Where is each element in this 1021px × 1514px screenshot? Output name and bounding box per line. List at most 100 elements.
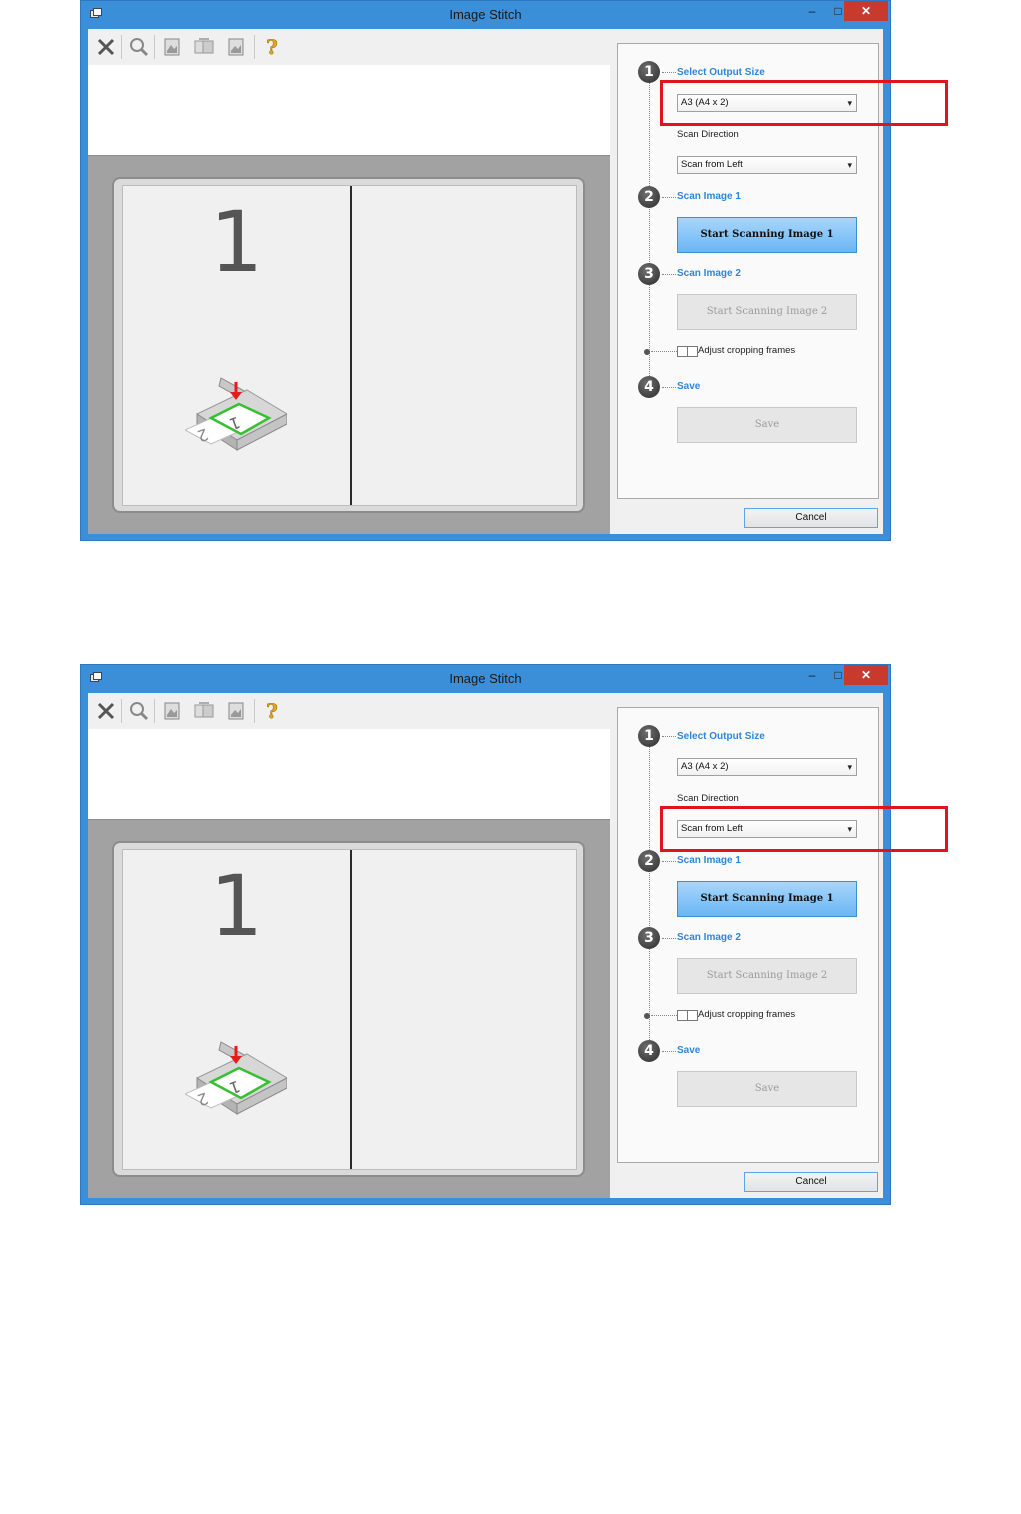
slot-divider bbox=[350, 186, 352, 505]
step-3-dots bbox=[662, 274, 676, 275]
toolbar-separator bbox=[121, 35, 122, 59]
cancel-button[interactable]: Cancel bbox=[744, 508, 878, 528]
scan-image-1-label: Scan Image 1 bbox=[677, 855, 741, 866]
preview-background: 1 1 2 bbox=[88, 819, 610, 1198]
image2-icon[interactable] bbox=[222, 697, 250, 725]
slot-divider bbox=[350, 850, 352, 1169]
step-1-badge: 1 bbox=[638, 61, 660, 83]
svg-text:?: ? bbox=[266, 36, 278, 58]
scan-direction-label: Scan Direction bbox=[677, 129, 739, 140]
swap-icon[interactable] bbox=[190, 33, 218, 61]
zoom-icon[interactable] bbox=[125, 697, 153, 725]
close-window-button[interactable]: ✕ bbox=[844, 1, 888, 21]
chevron-down-icon: ▾ bbox=[847, 160, 852, 170]
chevron-down-icon: ▾ bbox=[847, 762, 852, 772]
step-1-dots bbox=[662, 72, 676, 73]
title-bar: Image Stitch – □ ✕ bbox=[81, 665, 890, 693]
start-scanning-image-2-button[interactable]: Start Scanning Image 2 bbox=[677, 958, 857, 994]
start-scanning-image-1-button[interactable]: Start Scanning Image 1 bbox=[677, 217, 857, 253]
image2-icon[interactable] bbox=[222, 33, 250, 61]
scanner-illustration-icon: 1 2 bbox=[183, 1028, 289, 1133]
preview-pane: ? 1 1 2 bbox=[88, 29, 610, 534]
toolbar-separator bbox=[254, 35, 255, 59]
image-slot-number: 1 bbox=[209, 857, 264, 955]
adjust-cropping-label: Adjust cropping frames bbox=[698, 1009, 796, 1020]
start-scanning-image-2-button[interactable]: Start Scanning Image 2 bbox=[677, 294, 857, 330]
window-title: Image Stitch bbox=[449, 7, 522, 22]
image-stitch-window: Image Stitch – □ ✕ ? 1 1 2 1 Select Outp… bbox=[80, 664, 891, 1205]
step-2-badge: 2 bbox=[638, 186, 660, 208]
minimize-button[interactable]: – bbox=[799, 665, 825, 685]
save-step-label: Save bbox=[677, 1045, 701, 1056]
preview-canvas: 1 1 2 bbox=[122, 185, 577, 506]
minimize-button[interactable]: – bbox=[799, 1, 825, 21]
step-3-badge: 3 bbox=[638, 927, 660, 949]
step-1-badge: 1 bbox=[638, 725, 660, 747]
scanner-illustration-icon: 1 2 bbox=[183, 364, 289, 469]
step-2-dots bbox=[662, 197, 676, 198]
settings-pane: 1 Select Output Size A3 (A4 x 2) ▾ Scan D… bbox=[610, 693, 883, 1198]
image1-icon[interactable] bbox=[158, 697, 186, 725]
bullet-dot bbox=[644, 349, 650, 355]
help-icon[interactable]: ? bbox=[258, 697, 286, 725]
select-output-size-label: Select Output Size bbox=[677, 731, 765, 742]
zoom-icon[interactable] bbox=[125, 33, 153, 61]
scan-image-2-label: Scan Image 2 bbox=[677, 268, 741, 279]
highlight-output-size bbox=[660, 80, 948, 126]
scan-image-2-label: Scan Image 2 bbox=[677, 932, 741, 943]
step-3-badge: 3 bbox=[638, 263, 660, 285]
preview-canvas: 1 1 2 bbox=[122, 849, 577, 1170]
screenshot-1: Image Stitch – □ ✕ ? 1 1 2 1 Select Outp… bbox=[80, 0, 948, 541]
step-4-badge: 4 bbox=[638, 376, 660, 398]
step-4-badge: 4 bbox=[638, 1040, 660, 1062]
preview-pane: ? 1 1 2 bbox=[88, 693, 610, 1198]
help-icon[interactable]: ? bbox=[258, 33, 286, 61]
window-title: Image Stitch bbox=[449, 671, 522, 686]
image1-icon[interactable] bbox=[158, 33, 186, 61]
step-4-dots bbox=[662, 1051, 676, 1052]
adjust-cropping-checkbox[interactable] bbox=[687, 1010, 698, 1021]
scan-image-1-label: Scan Image 1 bbox=[677, 191, 741, 202]
bullet-dots bbox=[651, 351, 677, 352]
step-3-dots bbox=[662, 938, 676, 939]
save-step-label: Save bbox=[677, 381, 701, 392]
toolbar-separator bbox=[154, 699, 155, 723]
toolbar-separator bbox=[154, 35, 155, 59]
scan-direction-value: Scan from Left bbox=[681, 159, 743, 170]
adjust-cropping-label: Adjust cropping frames bbox=[698, 345, 796, 356]
save-button[interactable]: Save bbox=[677, 1071, 857, 1107]
preview-frame: 1 1 2 bbox=[112, 841, 585, 1177]
preview-header-area bbox=[88, 65, 610, 155]
close-icon[interactable] bbox=[92, 697, 120, 725]
step-connector-line bbox=[649, 72, 650, 392]
step-4-dots bbox=[662, 387, 676, 388]
cancel-button[interactable]: Cancel bbox=[744, 1172, 878, 1192]
preview-header-area bbox=[88, 729, 610, 819]
step-1-dots bbox=[662, 736, 676, 737]
start-scanning-image-1-button[interactable]: Start Scanning Image 1 bbox=[677, 881, 857, 917]
preview-frame: 1 1 2 bbox=[112, 177, 585, 513]
scan-direction-label: Scan Direction bbox=[677, 793, 739, 804]
steps-panel: 1 Select Output Size A3 (A4 x 2) ▾ Scan D… bbox=[617, 707, 879, 1163]
window-client: ? 1 1 2 1 Select Output Size A3 (A4 x 2)… bbox=[88, 693, 883, 1198]
save-button[interactable]: Save bbox=[677, 407, 857, 443]
preview-background: 1 1 2 bbox=[88, 155, 610, 534]
step-connector-line bbox=[649, 736, 650, 1056]
adjust-cropping-checkbox[interactable] bbox=[687, 346, 698, 357]
step-2-badge: 2 bbox=[638, 850, 660, 872]
title-bar: Image Stitch – □ ✕ bbox=[81, 1, 890, 29]
screenshot-2: Image Stitch – □ ✕ ? 1 1 2 1 Select Outp… bbox=[80, 664, 948, 1205]
swap-icon[interactable] bbox=[190, 697, 218, 725]
highlight-scan-direction bbox=[660, 806, 948, 852]
bullet-dots bbox=[651, 1015, 677, 1016]
output-size-select[interactable]: A3 (A4 x 2) ▾ bbox=[677, 758, 857, 776]
close-window-button[interactable]: ✕ bbox=[844, 665, 888, 685]
image-slot-number: 1 bbox=[209, 193, 264, 291]
close-icon[interactable] bbox=[92, 33, 120, 61]
toolbar-separator bbox=[121, 699, 122, 723]
scan-direction-select[interactable]: Scan from Left ▾ bbox=[677, 156, 857, 174]
toolbar: ? bbox=[88, 29, 610, 65]
toolbar-separator bbox=[254, 699, 255, 723]
toolbar: ? bbox=[88, 693, 610, 729]
step-2-dots bbox=[662, 861, 676, 862]
